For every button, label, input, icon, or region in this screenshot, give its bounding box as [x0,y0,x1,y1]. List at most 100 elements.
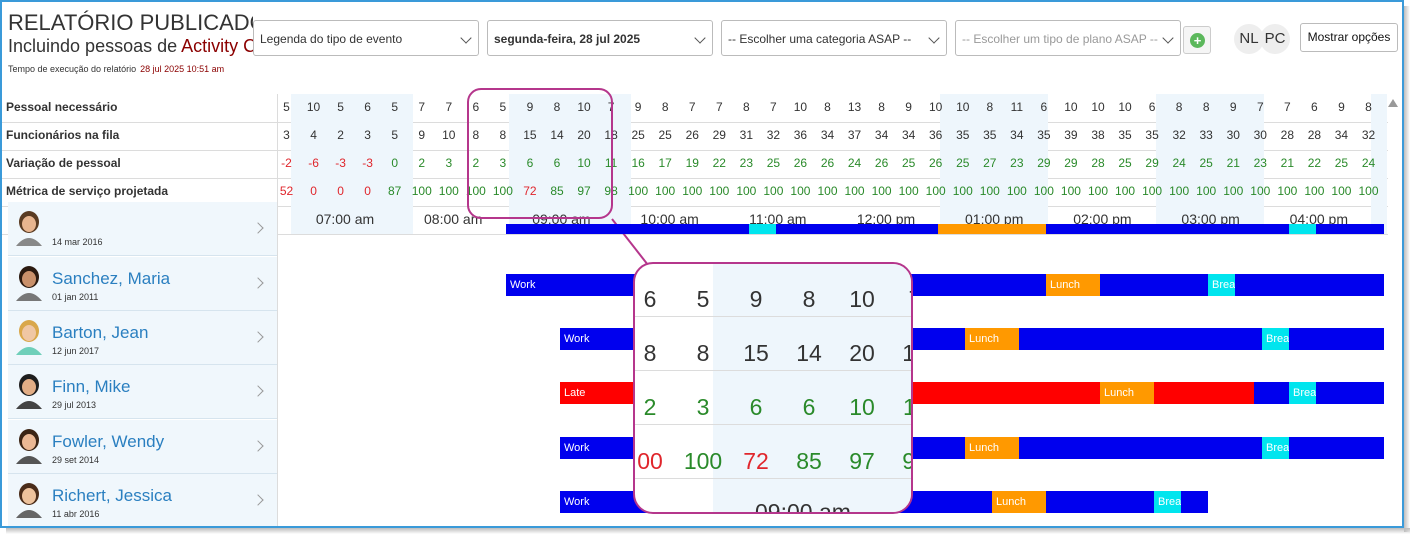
staff-in-queue-cell: 29 [712,128,726,142]
event-bar-lunch[interactable]: Lunch [992,491,1046,513]
date-select[interactable]: segunda-feira, 28 jul 2025 [487,20,713,56]
staff-variance-cell: 29 [1037,156,1051,170]
employee-row[interactable]: Sanchez, Maria 01 jan 2011 [8,257,277,311]
avatar [16,320,42,355]
plan-type-select[interactable]: -- Escolher um tipo de plano ASAP -- [955,20,1181,56]
avatar-pc[interactable]: PC [1260,24,1290,54]
staff-required-cell: 9 [1229,100,1237,114]
staff-required-cell: 9 [1338,100,1345,114]
zoom-cell: 97 [849,448,875,474]
runtime-label: Tempo de execução do relatório [8,64,137,74]
employee-name[interactable]: Finn, Mike [52,377,130,397]
staff-in-queue-cell: 35 [1037,128,1051,142]
staff-in-queue-cell: 33 [1199,128,1213,142]
employee-date: 29 set 2014 [52,455,100,465]
staff-in-queue-cell: 31 [739,128,754,142]
staff-variance-cell: 0 [391,156,399,170]
employee-row[interactable]: Finn, Mike 29 jul 2013 [8,365,277,419]
chevron-down-icon [928,32,940,44]
staff-variance-cell: -3 [362,156,373,170]
staff-variance-cell: 23 [1253,156,1267,170]
chevron-right-icon[interactable] [252,277,264,289]
staff-required-cell: 10 [1091,100,1105,114]
staff-required-cell: 7 [418,100,426,114]
staff-variance-cell: 17 [658,156,672,170]
event-bar-break[interactable] [1289,224,1316,234]
plan-type-value: -- Escolher um tipo de plano ASAP -- [962,32,1158,46]
chevron-right-icon[interactable] [252,331,264,343]
chevron-right-icon[interactable] [252,222,264,234]
employee-row[interactable]: Richert, Jessica 11 abr 2016 [8,474,277,526]
service-metric-cell: 100 [844,184,865,198]
staff-variance-cell: -2 [281,156,292,170]
event-bar-lunch[interactable]: Lunch [1100,382,1154,404]
scroll-up-icon[interactable] [1388,99,1398,107]
employee-row[interactable]: Fowler, Wendy 29 set 2014 [8,420,277,474]
event-bar-lunch[interactable]: Lunch [1046,274,1100,296]
show-options-button[interactable]: Mostrar opções [1300,23,1398,52]
staff-variance-cell: 2 [1382,156,1387,170]
staff-variance-cell: 23 [1010,156,1024,170]
time-label: 07:00 am [315,211,375,227]
label-staff-in-queue: Funcionários na fila [6,128,120,142]
event-bar-break[interactable]: Break [1262,328,1289,350]
staff-variance-cell: 25 [766,156,781,170]
service-metric-cell: 0 [364,184,371,198]
employee-name[interactable]: Barton, Jean [52,323,148,343]
staff-required-cell: 6 [1148,100,1156,114]
staff-required-cell: 8 [1365,100,1372,114]
event-bar-lunch[interactable] [938,224,1046,234]
service-metric-cell: 100 [790,184,811,198]
event-bar-break[interactable] [749,224,776,234]
event-bar-lunch[interactable]: Lunch [965,328,1019,350]
staff-required-cell: 8 [1175,100,1183,114]
chevron-right-icon[interactable] [252,494,264,506]
service-metric-cell: 100 [682,184,703,198]
zoom-cell: 8 [802,286,816,312]
zoom-cell: 2 [643,394,657,420]
employee-row[interactable]: 14 mar 2016 [8,202,277,256]
event-bar-lunch[interactable]: Lunch [965,437,1019,459]
zoom-cell: 85 [796,448,822,474]
staff-variance-cell: 22 [1307,156,1322,170]
event-bar-break[interactable]: Break [1154,491,1181,513]
plus-circle-icon: + [1190,33,1205,48]
zoom-cell: 00 [637,448,663,474]
staff-variance-cell: 19 [685,156,699,170]
staff-in-queue-cell: 35 [1145,128,1159,142]
service-metric-cell: 87 [388,184,402,198]
staff-required-cell: 7 [445,100,453,114]
chevron-down-icon [460,32,472,44]
staff-in-queue-cell: 2 [1382,128,1387,142]
employee-row[interactable]: Barton, Jean 12 jun 2017 [8,311,277,365]
staff-in-queue-cell: 32 [1172,128,1186,142]
event-bar-break[interactable]: Break [1208,274,1235,296]
event-bar-break[interactable]: Break [1289,382,1316,404]
staff-in-queue-cell: 28 [1280,128,1295,142]
event-bar-break[interactable]: Break [1262,437,1289,459]
staff-variance-cell: 21 [1280,156,1295,170]
staff-in-queue-cell: 5 [391,128,399,142]
staff-required-cell: 10 [1064,100,1078,114]
staff-required-cell: 6 [1311,100,1318,114]
staff-variance-cell: 25 [1199,156,1213,170]
zoom-cell: 7 [890,286,911,313]
staff-required-cell: 9 [905,100,912,114]
service-metric-cell: 100 [1006,184,1027,198]
employee-name[interactable]: Fowler, Wendy [52,432,164,452]
category-select[interactable]: -- Escolher uma categoria ASAP -- [721,20,947,56]
chevron-right-icon[interactable] [252,385,264,397]
zoom-divider [635,316,911,317]
service-metric-cell: 10 [1382,184,1387,198]
employee-date: 14 mar 2016 [52,237,103,247]
add-button[interactable]: + [1183,26,1211,54]
staff-variance-cell: 21 [1226,156,1240,170]
employee-name[interactable]: Sanchez, Maria [52,269,170,289]
event-legend-select[interactable]: Legenda do tipo de evento [253,20,479,56]
avatar [16,483,42,518]
chevron-right-icon[interactable] [252,440,264,452]
avatar [16,211,42,246]
service-metric-cell: 100 [817,184,838,198]
employee-name[interactable]: Richert, Jessica [52,486,172,506]
service-metric-cell: 100 [1358,184,1379,198]
